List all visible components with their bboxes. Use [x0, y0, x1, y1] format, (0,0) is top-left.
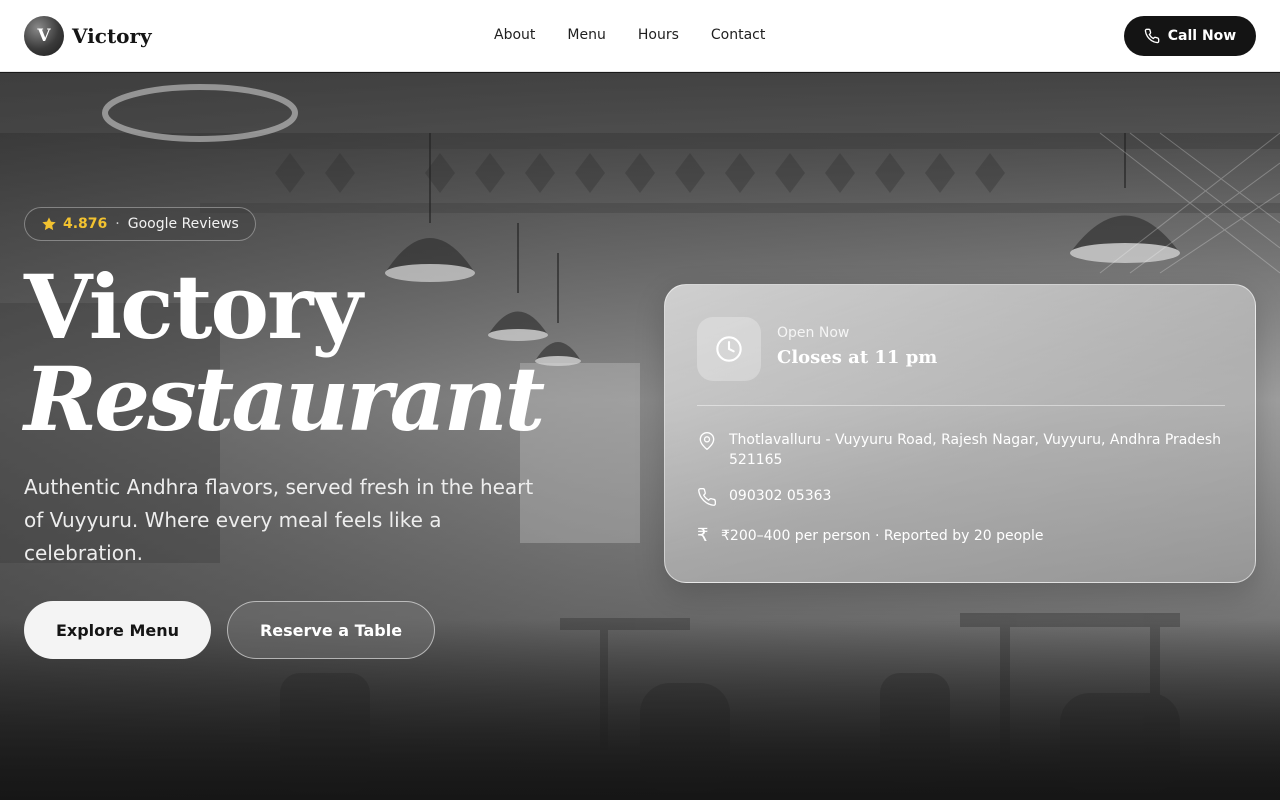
clock-icon: [716, 336, 742, 362]
price-text: ₹200–400 per person · Reported by 20 peo…: [721, 528, 1044, 544]
hero-tagline: Authentic Andhra flavors, served fresh i…: [24, 475, 534, 565]
phone-text: 090302 05363: [729, 488, 832, 504]
reserve-table-button[interactable]: Reserve a Table: [227, 601, 435, 659]
hours-icon-box: [697, 317, 761, 381]
nav-link-hours[interactable]: Hours: [622, 24, 695, 46]
address-row[interactable]: Thotlavalluru - Vuyyuru Road, Rajesh Nag…: [697, 430, 1237, 470]
rating-separator: ·: [115, 216, 120, 232]
top-navbar: V Victory About Menu Hours Contact Call …: [0, 0, 1280, 72]
open-status: Open Now: [777, 325, 850, 341]
phone-row[interactable]: 090302 05363: [697, 486, 831, 507]
call-now-button[interactable]: Call Now: [1124, 16, 1256, 56]
call-now-label: Call Now: [1167, 28, 1237, 44]
nav-links: About Menu Hours Contact: [478, 24, 781, 46]
rating-value: 4.876: [63, 216, 108, 232]
hero-section: 4.876 · Google Reviews Victory Restauran…: [0, 73, 1280, 800]
address-text: Thotlavalluru - Vuyyuru Road, Rajesh Nag…: [729, 432, 1222, 468]
brand[interactable]: V Victory: [24, 16, 152, 56]
brand-logo-icon: V: [24, 16, 64, 56]
price-row: ₹ ₹200–400 per person · Reported by 20 p…: [697, 526, 1044, 546]
hero-title-line-1: Victory: [24, 255, 363, 359]
brand-name: Victory: [72, 24, 152, 48]
nav-link-menu[interactable]: Menu: [551, 24, 621, 46]
phone-icon: [1144, 28, 1160, 44]
star-icon: [42, 217, 56, 231]
explore-menu-button[interactable]: Explore Menu: [24, 601, 211, 659]
rating-source: Google Reviews: [127, 216, 239, 232]
nav-link-about[interactable]: About: [478, 24, 551, 46]
rating-badge: 4.876 · Google Reviews: [24, 207, 256, 241]
hero-title-line-2: Restaurant: [24, 347, 545, 451]
nav-link-contact[interactable]: Contact: [695, 24, 781, 46]
map-pin-icon: [699, 432, 715, 450]
phone-icon: [698, 487, 717, 506]
card-divider: [697, 405, 1225, 406]
rupee-icon: ₹: [697, 525, 709, 546]
closing-time: Closes at 11 pm: [777, 347, 938, 368]
info-card: Open Now Closes at 11 pm Thotlavalluru -…: [664, 284, 1256, 583]
